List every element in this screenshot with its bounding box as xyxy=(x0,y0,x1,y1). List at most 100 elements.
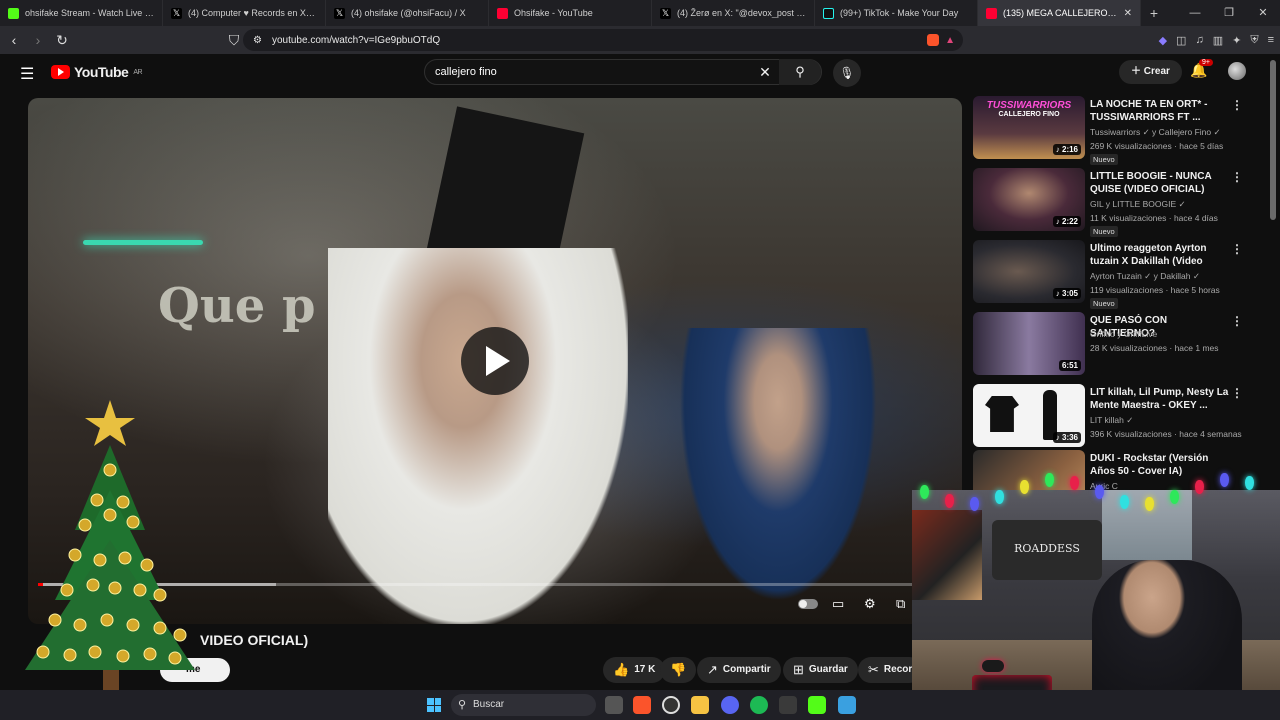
video-thumbnail[interactable]: ♪ 3:36 xyxy=(973,384,1085,447)
extension-icon[interactable]: ◆ xyxy=(1159,34,1167,47)
windows-start-icon[interactable] xyxy=(427,698,441,712)
light-bulb xyxy=(995,490,1004,504)
thumbs-up-icon: 👍 xyxy=(613,662,630,677)
save-button[interactable]: ⊞ Guardar xyxy=(783,657,858,683)
avatar[interactable] xyxy=(1228,62,1246,80)
youtube-icon xyxy=(986,7,997,19)
tab-6-active[interactable]: (135) MEGA CALLEJERO FINO R✕ xyxy=(978,0,1141,26)
search-button[interactable]: ⚲ xyxy=(779,59,821,85)
tab-3[interactable]: Ohsifake - YouTube xyxy=(489,0,652,26)
ornament xyxy=(108,581,122,595)
video-meta: 11 K visualizaciones · hace 4 días xyxy=(1090,213,1218,223)
video-thumbnail[interactable]: ♪ 2:22 xyxy=(973,168,1085,231)
share-button[interactable]: ↗ Compartir xyxy=(697,657,781,683)
light-bulb xyxy=(1220,473,1229,487)
list-item[interactable]: 6:51 QUE PASÓ CON SANTIERNO? Griffito y … xyxy=(973,312,1263,378)
file-explorer-icon[interactable] xyxy=(691,696,709,714)
voice-search-icon[interactable]: 🎙 xyxy=(833,59,861,87)
list-item[interactable]: ♪ 2:22 LITTLE BOOGIE - NUNCA QUISE (VIDE… xyxy=(973,168,1263,237)
like-button[interactable]: 👍 17 K xyxy=(603,657,666,683)
video-title: VIDEO OFICIAL) xyxy=(200,632,309,648)
ornament xyxy=(90,493,104,507)
light-bulb xyxy=(1045,473,1054,487)
search-box[interactable]: callejero fino ✕ ⚲ xyxy=(424,59,822,85)
settings-icon[interactable]: ⚙ xyxy=(864,596,876,612)
video-title[interactable]: LIT killah, Lil Pump, Nesty La Mente Mae… xyxy=(1090,386,1230,412)
mouse xyxy=(982,660,1004,672)
channel-name[interactable]: Griffito y GriffiLive xyxy=(1090,329,1157,339)
video-title[interactable]: LA NOCHE TA EN ORT* - TUSSIWARRIORS FT .… xyxy=(1090,98,1230,124)
music-icon[interactable]: ♫ xyxy=(1195,34,1203,46)
close-window-icon[interactable]: ✕ xyxy=(1246,0,1280,26)
ornament xyxy=(116,649,130,663)
reload-icon[interactable]: ↻ xyxy=(52,32,72,49)
sidebar-icon[interactable]: ▥ xyxy=(1213,34,1223,47)
menu-icon[interactable]: ≡ xyxy=(1268,34,1274,46)
brave-shield-icon[interactable] xyxy=(927,34,939,46)
channel-name[interactable]: GIL y LITTLE BOOGIE ✓ xyxy=(1090,199,1186,210)
play-button[interactable] xyxy=(461,327,529,395)
ornament xyxy=(116,495,130,509)
list-item[interactable]: ♪ 3:05 Ultimo reaggeton Ayrton tuzain X … xyxy=(973,240,1263,309)
video-meta: 269 K visualizaciones · hace 5 días xyxy=(1090,141,1224,151)
ornament xyxy=(153,621,167,635)
miniplayer-icon[interactable]: ⧉ xyxy=(896,596,905,612)
ornament xyxy=(68,548,82,562)
channel-name[interactable]: Ayrton Tuzain ✓ y Dakillah ✓ xyxy=(1090,271,1200,282)
search-input[interactable]: callejero fino xyxy=(425,66,751,78)
video-title[interactable]: Ultimo reaggeton Ayrton tuzain X Dakilla… xyxy=(1090,242,1230,268)
channel-name[interactable]: Tussiwarriors ✓ y Callejero Fino ✓ xyxy=(1090,127,1221,138)
restore-icon[interactable]: ❐ xyxy=(1212,0,1246,26)
christmas-lights xyxy=(912,455,1280,535)
more-options-icon[interactable]: ⋮ xyxy=(1231,314,1243,328)
youtube-logo[interactable]: YouTube AR xyxy=(51,64,143,80)
tab-0[interactable]: ohsifake Stream - Watch Live on xyxy=(0,0,163,26)
new-tab-button[interactable]: + xyxy=(1141,5,1167,21)
video-title[interactable]: LITTLE BOOGIE - NUNCA QUISE (VIDEO OFICI… xyxy=(1090,170,1230,196)
site-settings-icon[interactable]: ⚙ xyxy=(253,35,262,46)
app-icon[interactable] xyxy=(779,696,797,714)
more-options-icon[interactable]: ⋮ xyxy=(1231,98,1243,112)
more-options-icon[interactable]: ⋮ xyxy=(1231,170,1243,184)
wallet-icon[interactable]: ◫ xyxy=(1176,34,1186,47)
tab-2[interactable]: 𝕏 (4) ohsifake (@ohsiFacu) / X xyxy=(326,0,489,26)
channel-name[interactable]: LIT killah ✓ xyxy=(1090,415,1133,426)
close-tab-icon[interactable]: ✕ xyxy=(1124,8,1132,19)
forward-icon[interactable]: › xyxy=(28,32,48,48)
video-thumbnail[interactable]: ♪ 3:05 xyxy=(973,240,1085,303)
url-field[interactable]: ⚙ youtube.com/watch?v=IGe9pbuOTdQ ▲ xyxy=(243,29,963,51)
vpn-icon[interactable]: ⛨ xyxy=(1250,34,1258,47)
menu-icon[interactable]: ☰ xyxy=(20,64,34,84)
clear-search-icon[interactable]: ✕ xyxy=(751,64,779,81)
more-options-icon[interactable]: ⋮ xyxy=(1231,242,1243,256)
back-icon[interactable]: ‹ xyxy=(4,32,24,48)
taskbar-search[interactable]: ⚲ Buscar xyxy=(451,694,596,716)
list-item[interactable]: TUSSIWARRIORS CALLEJERO FINO ♪ 2:16 LA N… xyxy=(973,96,1263,165)
spotify-icon[interactable] xyxy=(750,696,768,714)
tab-5[interactable]: (99+) TikTok - Make Your Day xyxy=(815,0,978,26)
bookmark-icon[interactable]: ⛉ xyxy=(224,32,244,49)
dislike-button[interactable]: 👎 xyxy=(660,657,697,683)
discord-icon[interactable] xyxy=(721,696,739,714)
subtitles-icon[interactable]: ▭ xyxy=(832,596,844,612)
obs-icon[interactable] xyxy=(662,696,680,714)
tab-1[interactable]: 𝕏(4) Computer ♥ Records en X: "PlayS xyxy=(163,0,326,26)
leo-icon[interactable]: ✦ xyxy=(1232,34,1241,47)
autoplay-toggle[interactable] xyxy=(798,599,818,609)
tab-4[interactable]: 𝕏(4) Žerø en X: "@devox_post Se pue xyxy=(652,0,815,26)
video-thumbnail[interactable]: 6:51 xyxy=(973,312,1085,375)
ornament xyxy=(140,558,154,572)
notifications-icon[interactable]: 🔔 9+ xyxy=(1190,59,1213,79)
more-options-icon[interactable]: ⋮ xyxy=(1231,386,1243,400)
brave-icon[interactable] xyxy=(633,696,651,714)
kick-icon[interactable] xyxy=(808,696,826,714)
minimize-icon[interactable]: — xyxy=(1178,0,1212,26)
video-thumbnail[interactable]: TUSSIWARRIORS CALLEJERO FINO ♪ 2:16 xyxy=(973,96,1085,159)
tree-tier xyxy=(25,540,195,670)
app-icon[interactable] xyxy=(838,696,856,714)
create-button[interactable]: ＋ Crear xyxy=(1119,60,1182,84)
task-view-icon[interactable] xyxy=(605,696,623,714)
page-scrollbar[interactable] xyxy=(1270,60,1276,220)
list-item[interactable]: ♪ 3:36 LIT killah, Lil Pump, Nesty La Me… xyxy=(973,384,1263,450)
rewards-icon[interactable]: ▲ xyxy=(945,35,955,46)
